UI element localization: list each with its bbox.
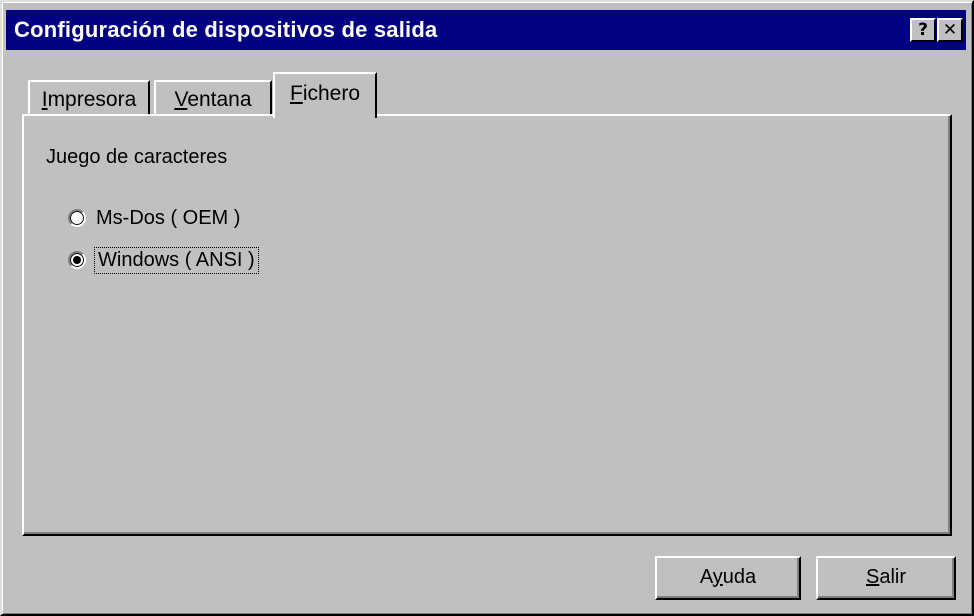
help-button[interactable]: ? [910,18,936,42]
tab-fichero[interactable]: Fichero [273,72,377,118]
close-icon: ✕ [942,20,958,40]
radio-label-oem: Ms-Dos ( OEM ) [96,206,241,229]
salir-label: Salir [865,566,906,588]
close-button[interactable]: ✕ [937,18,963,42]
ayuda-label: Ayuda [699,566,757,588]
charset-group-label: Juego de caracteres [46,146,228,168]
title-bar[interactable]: Configuración de dispositivos de salida … [6,10,966,50]
exit-button[interactable]: Salir [816,556,956,600]
tab-impresora[interactable]: Impresora [28,80,150,116]
help-dialog-button[interactable]: Ayuda [655,556,801,600]
active-tab-joint [275,113,373,118]
radio-button-ansi[interactable] [68,251,86,269]
tab-fichero-label: Fichero [289,82,361,105]
question-mark-icon: ? [918,20,928,40]
window-title: Configuración de dispositivos de salida [14,17,438,42]
tab-panel [22,114,952,536]
tab-impresora-label: Impresora [41,88,137,111]
radio-option-oem[interactable]: Ms-Dos ( OEM ) [68,203,240,233]
tab-ventana-label: Ventana [174,88,252,111]
tab-ventana[interactable]: Ventana [154,80,272,116]
radio-label-ansi: Windows ( ANSI ) [94,246,259,274]
radio-selected-dot-icon [73,256,81,264]
radio-option-ansi[interactable]: Windows ( ANSI ) [68,245,259,275]
radio-button-oem[interactable] [68,209,86,227]
